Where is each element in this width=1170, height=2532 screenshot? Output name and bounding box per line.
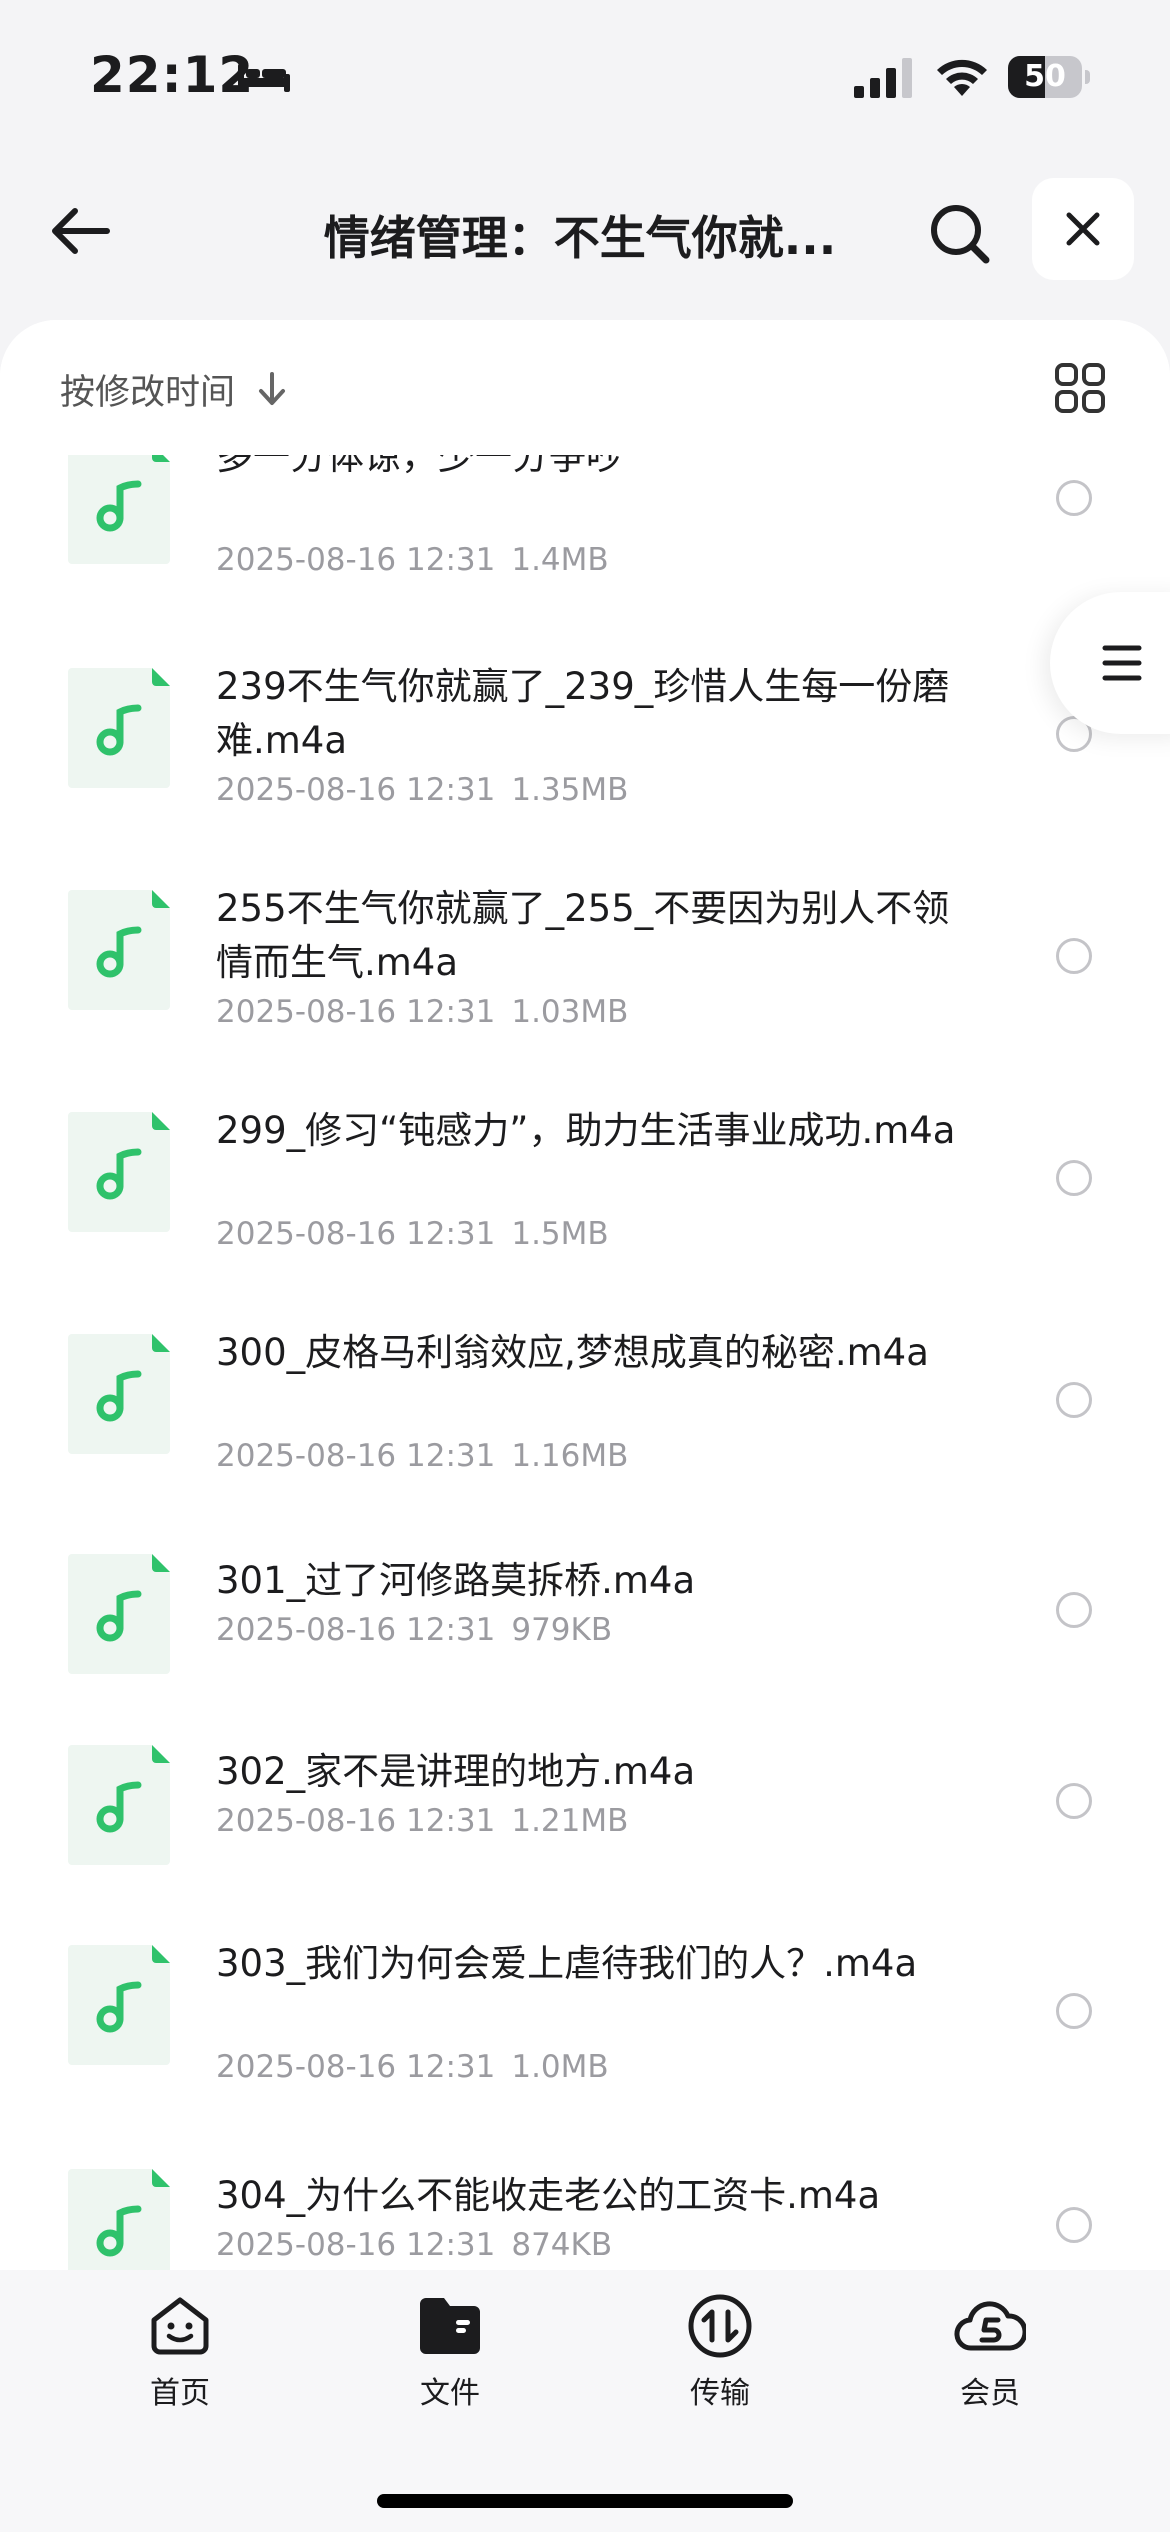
tab-transfer[interactable]: 传输 — [640, 2290, 800, 2420]
file-meta: 2025-08-16 12:31 1.03MB — [216, 994, 628, 1030]
cellular-signal-icon — [854, 58, 912, 98]
select-radio[interactable] — [1056, 1382, 1092, 1418]
navigation-bar: 情绪管理：不生气你就... — [0, 170, 1170, 290]
arrow-left-icon — [52, 208, 110, 254]
file-list[interactable]: 7...不生气你就赢了【欢迎订阅分享】_007_多一分体谅，少一分争吵2025-… — [0, 320, 1170, 2289]
battery-percent: 50 — [1024, 59, 1066, 94]
status-bar: 22:12 50 — [0, 0, 1170, 150]
file-size: 979KB — [511, 1612, 613, 1648]
sleep-focus-icon — [238, 64, 290, 92]
file-item[interactable]: 300_皮格马利翁效应,梦想成真的秘密.m4a 2025-08-16 12:31 1… — [0, 1326, 1170, 1526]
file-name: 239不生气你就赢了_239_珍惜人生每一份磨难.m4a — [216, 665, 950, 762]
page-title: 情绪管理：不生气你就... — [323, 211, 837, 265]
audio-file-icon — [68, 1554, 170, 1674]
file-meta: 2025-08-16 12:31 979KB — [216, 1612, 612, 1648]
file-meta: 2025-08-16 12:31 874KB — [216, 2227, 612, 2263]
menu-icon — [1102, 645, 1142, 681]
file-name: 299_修习“钝感力”，助力生活事业成功.m4a — [216, 1109, 956, 1152]
file-date: 2025-08-16 12:31 — [216, 2227, 496, 2263]
screen: 22:12 50 情绪管理：不生气你就... 多一分体谅，少一分争吵 2025-… — [0, 0, 1170, 2532]
home-indicator[interactable] — [377, 2494, 793, 2508]
tab-member[interactable]: 会员 — [910, 2290, 1070, 2420]
tab-member-label: 会员 — [960, 2376, 1020, 2411]
wifi-icon — [937, 59, 987, 96]
file-size: 874KB — [511, 2227, 613, 2263]
file-meta: 2025-08-16 12:31 1.21MB — [216, 1803, 628, 1839]
file-size: 1.35MB — [511, 772, 629, 808]
file-item[interactable]: 255不生气你就赢了_255_不要因为别人不领情而生气.m4a 2025-08-1… — [0, 882, 1170, 1082]
file-date: 2025-08-16 12:31 — [216, 1438, 496, 1474]
tab-bar: 首页 文件 传输 会员 — [0, 2270, 1170, 2532]
file-name: 304_为什么不能收走老公的工资卡.m4a — [216, 2174, 881, 2217]
file-size: 1.03MB — [511, 994, 629, 1030]
file-size: 1.21MB — [511, 1803, 629, 1839]
select-radio[interactable] — [1056, 1160, 1092, 1196]
close-icon — [1066, 212, 1100, 246]
search-button[interactable] — [920, 194, 1000, 274]
audio-file-icon — [68, 1745, 170, 1865]
tab-home[interactable]: 首页 — [100, 2290, 260, 2420]
search-icon — [931, 205, 990, 264]
status-time: 22:12 — [90, 46, 255, 104]
file-size: 1.5MB — [511, 1216, 609, 1252]
tab-transfer-label: 传输 — [690, 2376, 750, 2411]
folder-icon — [420, 2298, 480, 2354]
tab-home-label: 首页 — [150, 2376, 210, 2411]
back-button[interactable] — [40, 196, 120, 266]
file-name: 301_过了河修路莫拆桥.m4a — [216, 1559, 696, 1602]
file-name: 300_皮格马利翁效应,梦想成真的秘密.m4a — [216, 1331, 929, 1374]
file-date: 2025-08-16 12:31 — [216, 772, 496, 808]
file-meta: 2025-08-16 12:31 1.16MB — [216, 1438, 628, 1474]
select-radio[interactable] — [1056, 1783, 1092, 1819]
file-meta: 2025-08-16 12:31 1.35MB — [216, 772, 628, 808]
audio-file-icon — [68, 444, 170, 564]
cloud-member-icon — [954, 2301, 1026, 2351]
file-item[interactable]: 239不生气你就赢了_239_珍惜人生每一份磨难.m4a 2025-08-16 1… — [0, 660, 1170, 860]
file-size: 1.16MB — [511, 1438, 629, 1474]
file-name: 303_我们为何会爱上虐待我们的人？.m4a — [216, 1942, 918, 1985]
file-date: 2025-08-16 12:31 — [216, 2049, 496, 2085]
select-radio[interactable] — [1056, 1592, 1092, 1628]
select-radio[interactable] — [1056, 480, 1092, 516]
arrow-down-icon — [259, 372, 286, 405]
file-item[interactable]: 301_过了河修路莫拆桥.m4a 2025-08-16 12:31 979KB — [0, 1554, 1170, 1754]
file-date: 2025-08-16 12:31 — [216, 1803, 496, 1839]
sort-control[interactable]: 按修改时间 — [60, 364, 287, 414]
file-size: 1.4MB — [511, 542, 609, 578]
file-date: 2025-08-16 12:31 — [216, 1612, 496, 1648]
file-meta: 2025-08-16 12:31 1.4MB — [216, 542, 609, 578]
file-date: 2025-08-16 12:31 — [216, 542, 496, 578]
select-radio[interactable] — [1056, 938, 1092, 974]
audio-file-icon — [68, 890, 170, 1010]
sort-label: 按修改时间 — [60, 372, 236, 413]
close-button[interactable] — [1032, 178, 1134, 280]
audio-file-icon — [68, 668, 170, 788]
file-name: 255不生气你就赢了_255_不要因为别人不领情而生气.m4a — [216, 887, 950, 984]
tab-files[interactable]: 文件 — [370, 2290, 530, 2420]
audio-file-icon — [68, 1945, 170, 2065]
battery-indicator: 50 — [1008, 56, 1090, 98]
file-item[interactable]: 302_家不是讲理的地方.m4a 2025-08-16 12:31 1.21MB — [0, 1745, 1170, 1945]
tab-files-label: 文件 — [420, 2376, 480, 2411]
file-item[interactable]: 303_我们为何会爱上虐待我们的人？.m4a 2025-08-16 12:31 1.… — [0, 1937, 1170, 2137]
transfer-icon — [688, 2294, 752, 2358]
file-list-sheet: 7...不生气你就赢了【欢迎订阅分享】_007_多一分体谅，少一分争吵2025-… — [0, 320, 1170, 2320]
file-meta: 2025-08-16 12:31 1.0MB — [216, 2049, 609, 2085]
home-smile-icon — [151, 2297, 209, 2355]
grid-view-icon[interactable] — [1054, 362, 1106, 414]
file-date: 2025-08-16 12:31 — [216, 994, 496, 1030]
file-name: 302_家不是讲理的地方.m4a — [216, 1750, 696, 1793]
file-item[interactable]: 299_修习“钝感力”，助力生活事业成功.m4a 2025-08-16 12:31… — [0, 1104, 1170, 1304]
file-meta: 2025-08-16 12:31 1.5MB — [216, 1216, 609, 1252]
file-date: 2025-08-16 12:31 — [216, 1216, 496, 1252]
select-radio[interactable] — [1056, 1993, 1092, 2029]
select-radio[interactable] — [1056, 2207, 1092, 2243]
audio-file-icon — [68, 1112, 170, 1232]
audio-file-icon — [68, 1334, 170, 1454]
file-size: 1.0MB — [511, 2049, 609, 2085]
